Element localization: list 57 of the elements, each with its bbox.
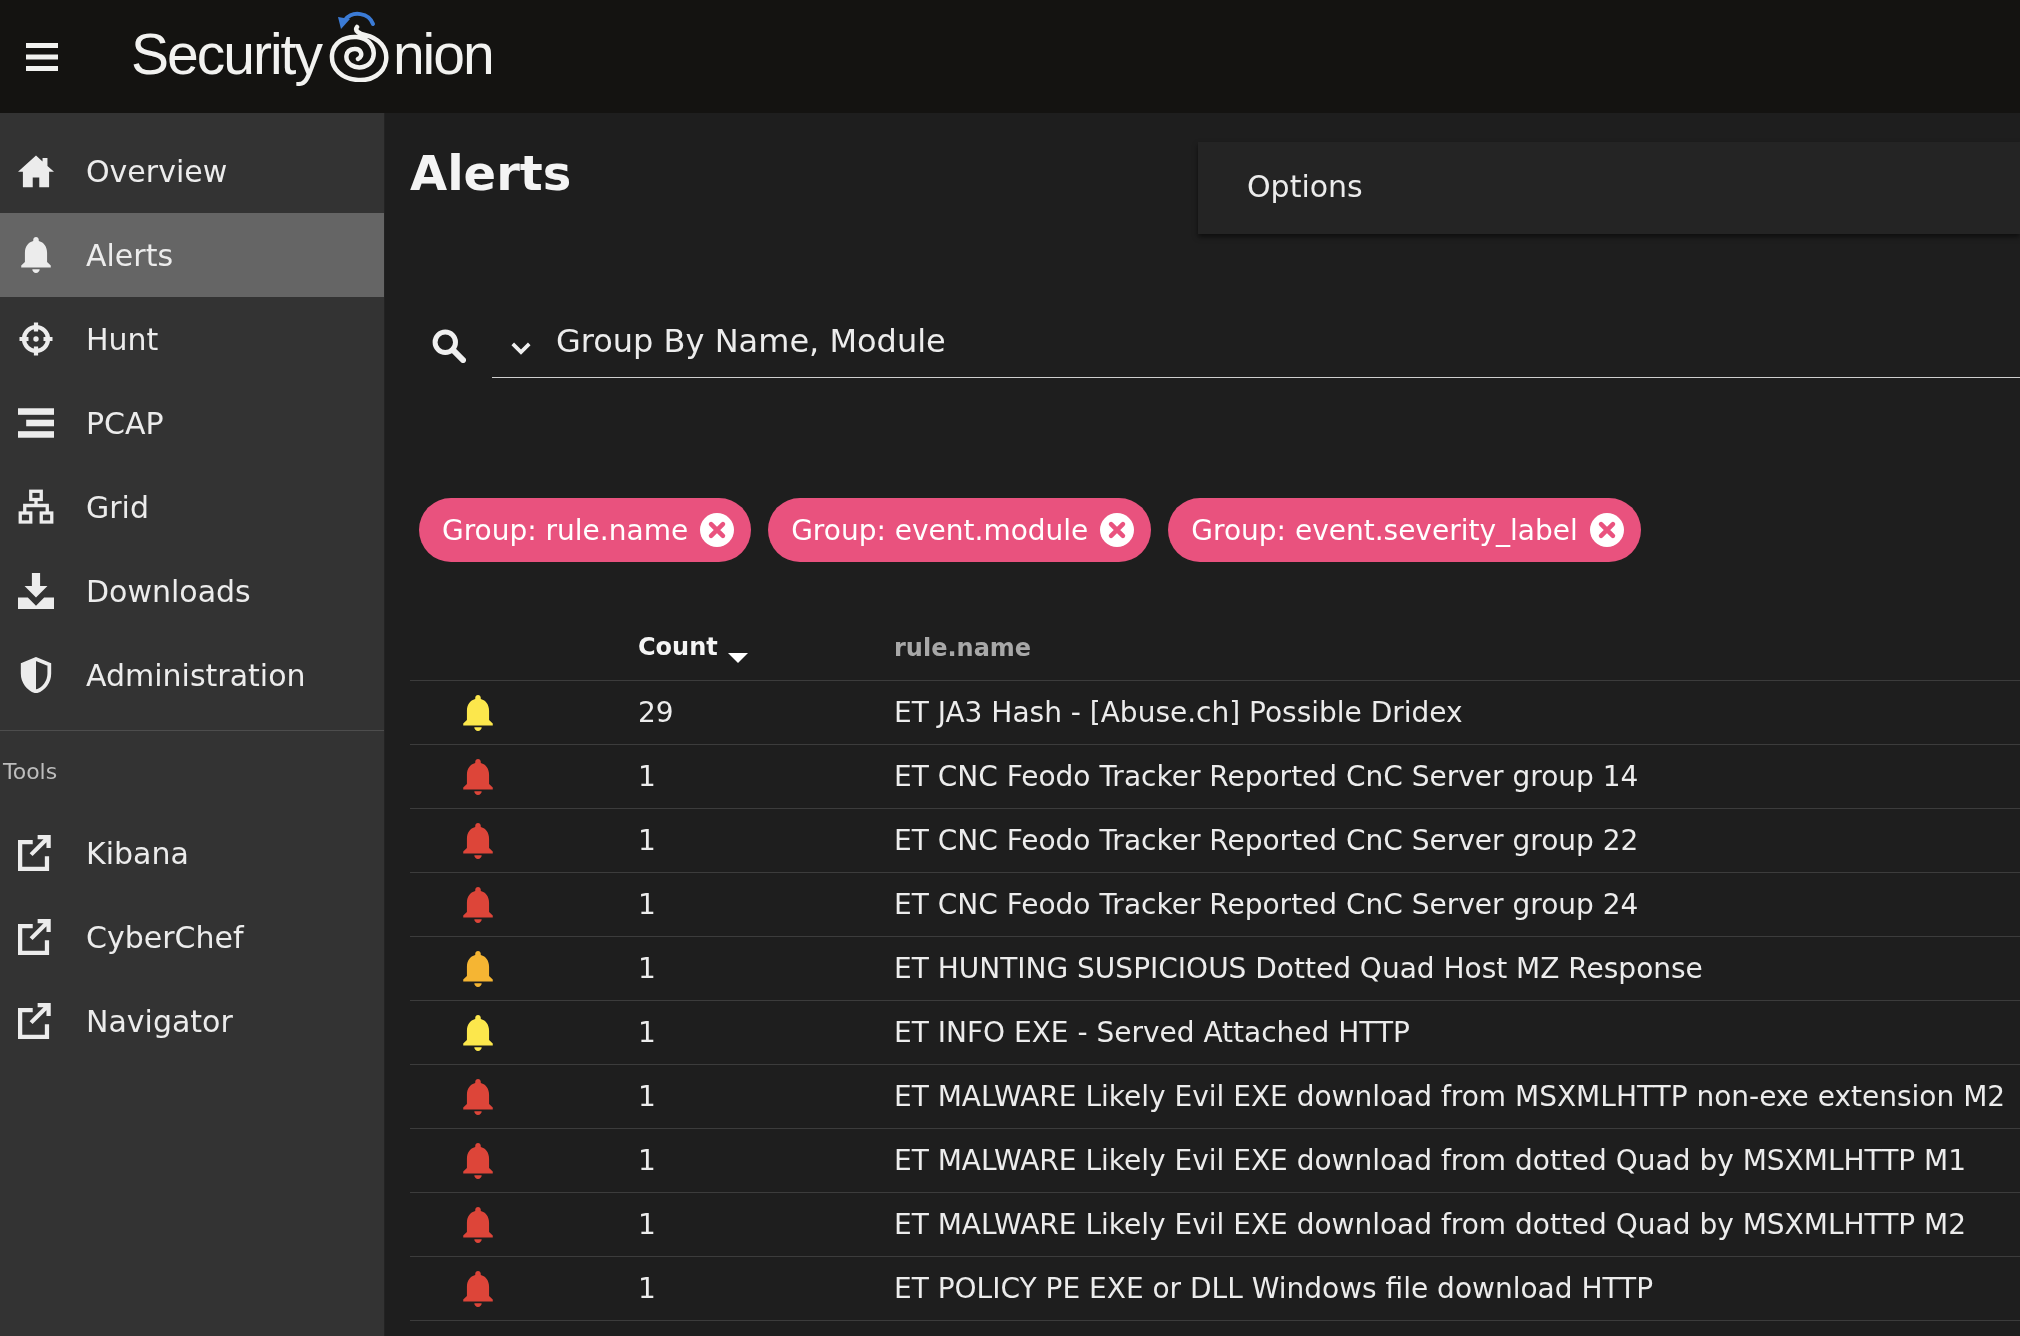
table-cell: ET POLICY PE EXE or DLL Windows file download HTTP	[878, 1256, 2020, 1321]
filter-chip[interactable]: Group: event.severity_label	[1168, 498, 1641, 562]
table-cell: ET MALWARE Likely Evil EXE download from dotted Quad by MSXMLHTTP M1	[878, 1128, 2020, 1193]
table-cell: ET MALWARE Likely Evil EXE download from MSXMLHTTP non-exe extension M2	[878, 1064, 2020, 1129]
table-cell: ET MALWARE Likely Evil EXE download from dotted Quad by MSXMLHTTP M2	[878, 1192, 2020, 1257]
table-cell: ET INFO EXE - Served Attached HTTP	[878, 1000, 2020, 1065]
search-icon[interactable]	[431, 327, 466, 363]
table-cell: 1	[622, 808, 878, 873]
section-heading: Tools	[2, 758, 59, 786]
table-cell: 1	[622, 1192, 878, 1257]
close-icon[interactable]	[700, 513, 735, 547]
table-cell: 1	[622, 744, 878, 809]
nav-item[interactable]: Alerts	[0, 213, 384, 297]
sort-arrow-icon[interactable]	[727, 653, 748, 663]
search-field[interactable]: Group By Name, Module	[492, 312, 2020, 378]
close-icon[interactable]	[1589, 513, 1624, 547]
table-cell: ET CNC Feodo Tracker Reported CnC Server group 22	[878, 808, 2020, 873]
table-cell: 1	[622, 1256, 878, 1321]
table-cell: 29	[622, 680, 878, 745]
table-cell: 1	[622, 936, 878, 1001]
filter-chip[interactable]: Group: rule.name	[419, 498, 752, 562]
nav-item[interactable]: Overview	[0, 129, 384, 213]
nav-item[interactable]: PCAP	[0, 381, 384, 465]
tool-link[interactable]: Kibana	[0, 811, 384, 895]
tool-link[interactable]: Navigator	[0, 979, 384, 1063]
tool-link[interactable]: CyberChef	[0, 895, 384, 979]
page-title: Alerts	[410, 145, 572, 201]
nav-item[interactable]: Downloads	[0, 549, 384, 633]
column-header[interactable]: rule.name	[878, 616, 2020, 681]
table-cell: ET JA3 Hash - [Abuse.ch] Possible Dridex	[878, 680, 2020, 745]
chevron-down-icon[interactable]	[510, 341, 532, 356]
table-cell: ET CNC Feodo Tracker Reported CnC Server group 14	[878, 744, 2020, 809]
nav-item[interactable]: Administration	[0, 633, 384, 717]
menu-icon[interactable]	[26, 42, 58, 71]
home-icon	[18, 153, 54, 189]
external-link-icon	[18, 1003, 54, 1039]
table-cell: 1	[622, 1000, 878, 1065]
bell-icon	[18, 237, 54, 273]
network-icon	[18, 489, 54, 525]
options-panel[interactable]: Options	[1198, 142, 2020, 234]
table-cell: ET HUNTING SUSPICIOUS Dotted Quad Host MZ Response	[878, 936, 2020, 1001]
list-icon	[18, 405, 54, 441]
column-header[interactable]: Count	[622, 616, 878, 681]
shield-icon	[18, 657, 54, 693]
nav-item[interactable]: Grid	[0, 465, 384, 549]
logo-text: nion	[392, 26, 493, 83]
table-cell: 1	[622, 1064, 878, 1129]
close-icon[interactable]	[1100, 513, 1135, 547]
table-cell: 1	[622, 1128, 878, 1193]
table-cell: ET CNC Feodo Tracker Reported CnC Server group 24	[878, 872, 2020, 937]
table-cell: 1	[622, 872, 878, 937]
nav-item[interactable]: Hunt	[0, 297, 384, 381]
download-icon	[18, 573, 54, 609]
external-link-icon	[18, 835, 54, 871]
crosshair-icon	[18, 321, 54, 357]
external-link-icon	[18, 919, 54, 955]
filter-chip[interactable]: Group: event.module	[768, 498, 1152, 562]
